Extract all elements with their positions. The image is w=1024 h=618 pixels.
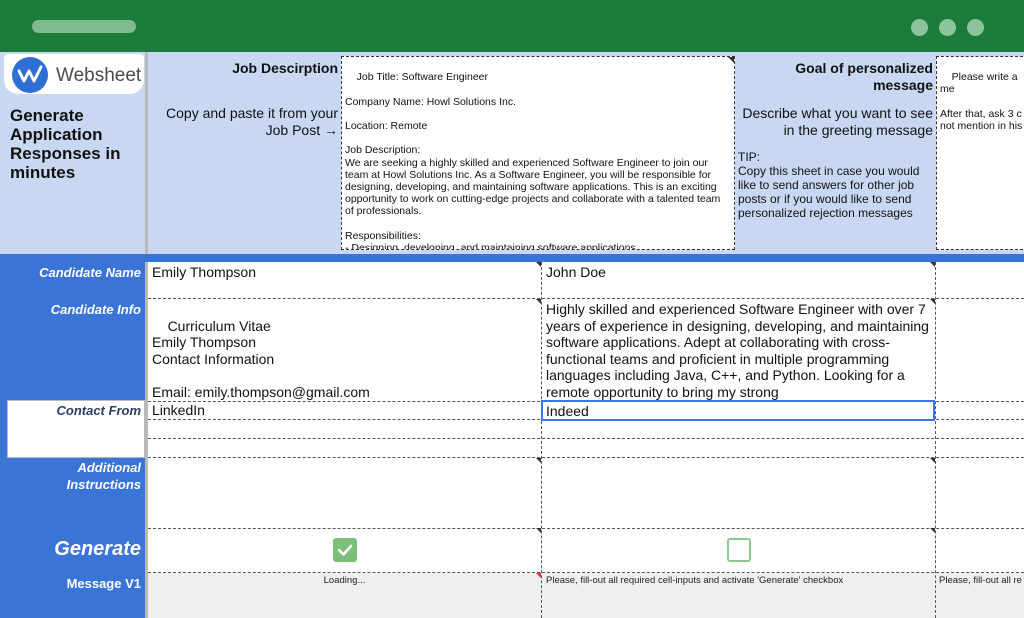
- logo-chart-icon: [12, 57, 48, 93]
- row-label-additional-instructions: Additional Instructions: [66, 460, 141, 492]
- candidate-2-message: Please, fill-out all required cell-input…: [546, 575, 844, 586]
- window-dot-3[interactable]: [967, 19, 984, 36]
- candidate-2-contact-cell[interactable]: Indeed: [541, 400, 935, 421]
- candidate-1-info: Curriculum Vitae Emily Thompson Contact …: [152, 317, 370, 400]
- cell-note-marker: [930, 528, 935, 533]
- candidate-1-message-cell[interactable]: Loading...: [148, 573, 541, 618]
- candidate-1-name: Emily Thompson: [152, 264, 257, 280]
- header-divider: [145, 254, 1024, 262]
- window-dot-2[interactable]: [939, 19, 956, 36]
- goal-input[interactable]: Please write a me After that, ask 3 c no…: [936, 56, 1024, 250]
- window-titlebar: [0, 0, 1024, 52]
- goal-label: Goal of personalized message: [795, 60, 933, 93]
- candidate-1-generate-checkbox[interactable]: [333, 538, 357, 562]
- websheet-logo: Websheet: [4, 54, 144, 94]
- row-label-contact-from: Contact From: [56, 403, 142, 418]
- cell-note-marker: [536, 528, 541, 533]
- grid-line: [935, 262, 936, 618]
- candidate-2-info-cell[interactable]: Highly skilled and experienced Software …: [542, 299, 934, 400]
- cell-note-marker: [930, 458, 935, 463]
- goal-tip: TIP: Copy this sheet in case you would l…: [738, 150, 920, 220]
- tagline: Generate Application Responses in minute…: [10, 106, 121, 182]
- job-description-text: Job Title: Software Engineer Company Nam…: [345, 71, 721, 250]
- note-corner: [728, 57, 734, 63]
- grid-line: [148, 457, 1024, 458]
- job-description-label: Job Descirption: [232, 60, 338, 76]
- candidate-2-generate-checkbox[interactable]: [727, 538, 751, 562]
- row-label-generate: Generate: [54, 538, 141, 560]
- checkmark-icon: [337, 544, 353, 556]
- cell-error-marker: [536, 573, 541, 578]
- row-label-message-v1: Message V1: [66, 576, 141, 591]
- window-dot-1[interactable]: [911, 19, 928, 36]
- candidate-1-contact-cell[interactable]: LinkedIn: [148, 400, 540, 419]
- row-label-candidate-info: Candidate Info: [50, 302, 141, 317]
- grid-line: [148, 528, 1024, 529]
- candidate-2-info: Highly skilled and experienced Software …: [546, 301, 929, 400]
- address-bar[interactable]: [32, 20, 136, 33]
- candidate-3-message: Please, fill-out all re: [939, 575, 1022, 586]
- grid-line: [148, 438, 1024, 439]
- cell-note-marker: [536, 262, 541, 267]
- job-description-input[interactable]: Job Title: Software Engineer Company Nam…: [341, 56, 735, 250]
- candidate-1-contact: LinkedIn: [152, 402, 205, 418]
- candidate-2-message-cell[interactable]: Please, fill-out all required cell-input…: [542, 573, 935, 618]
- row-label-candidate-name: Candidate Name: [39, 265, 141, 280]
- cell-note-marker: [930, 299, 935, 304]
- candidate-1-message: Loading...: [323, 575, 366, 586]
- candidate-3-message-cell[interactable]: Please, fill-out all re: [936, 573, 1024, 618]
- logo-brand: Websheet: [56, 65, 142, 86]
- logo-cell: Websheet Generate Application Responses …: [0, 52, 145, 254]
- spreadsheet: Websheet Generate Application Responses …: [0, 52, 1024, 618]
- candidate-1-name-cell[interactable]: Emily Thompson: [148, 262, 540, 297]
- cell-note-marker: [536, 299, 541, 304]
- cell-note-marker: [536, 458, 541, 463]
- goal-text: Please write a me After that, ask 3 c no…: [940, 71, 1023, 133]
- job-description-hint: Copy and paste it from your Job Post →: [166, 105, 338, 138]
- goal-hint: Describe what you want to see in the gre…: [742, 105, 933, 138]
- cell-note-marker: [930, 262, 935, 267]
- candidate-2-name-cell[interactable]: John Doe: [542, 262, 934, 297]
- candidate-1-info-cell[interactable]: Curriculum Vitae Emily Thompson Contact …: [148, 299, 540, 400]
- candidate-2-contact: Indeed: [546, 403, 589, 419]
- candidate-2-name: John Doe: [546, 264, 606, 280]
